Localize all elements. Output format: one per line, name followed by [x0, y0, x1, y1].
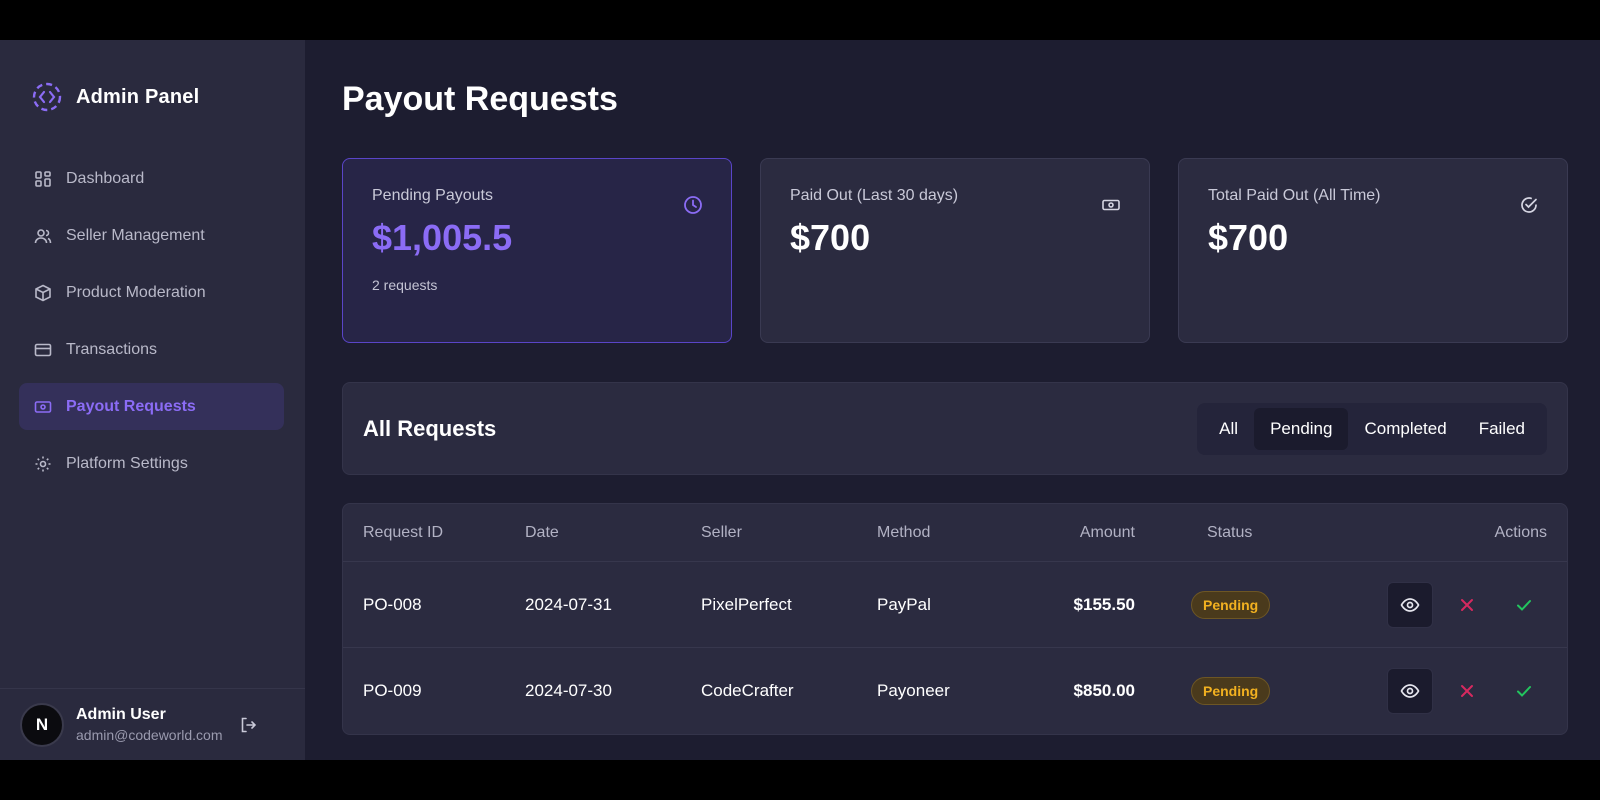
card-label: Paid Out (Last 30 days)	[790, 187, 959, 204]
row-actions	[1376, 648, 1547, 734]
reject-button[interactable]	[1444, 582, 1490, 628]
status-badge: Pending	[1191, 677, 1271, 705]
payout-method: PayPal	[877, 594, 931, 614]
table-row: PO-009 2024-07-30 CodeCrafter Payoneer $…	[343, 648, 1567, 734]
status-filter-tabs: All Pending Completed Failed	[1197, 403, 1547, 455]
credit-card-icon	[33, 340, 53, 360]
sidebar-nav: Dashboard Seller Management Product Mode…	[19, 155, 284, 497]
section-title: All Requests	[363, 416, 497, 441]
column-header-request-id: Request ID	[363, 523, 444, 541]
check-icon	[1517, 686, 1531, 697]
card-subtext: 2 requests	[372, 277, 438, 293]
user-info: Admin User admin@codeworld.com	[76, 706, 223, 743]
sidebar-item-dashboard[interactable]: Dashboard	[19, 155, 284, 202]
requests-header: All Requests All Pending Completed Faile…	[342, 382, 1568, 475]
sidebar-item-seller-management[interactable]: Seller Management	[19, 212, 284, 259]
total-paid-out-card: Total Paid Out (All Time) $700	[1178, 158, 1568, 343]
sidebar-item-label: Transactions	[66, 340, 157, 358]
view-button[interactable]	[1387, 581, 1433, 628]
filter-completed[interactable]: Completed	[1348, 408, 1462, 450]
card-label: Total Paid Out (All Time)	[1208, 187, 1381, 204]
request-id: PO-009	[363, 681, 422, 700]
status-cell: Pending	[1191, 648, 1271, 734]
filter-pending[interactable]: Pending	[1254, 408, 1349, 450]
seller-name: CodeCrafter	[701, 681, 794, 700]
user-name: Admin User	[76, 706, 166, 723]
eye-icon	[1400, 597, 1420, 612]
approve-button[interactable]	[1501, 582, 1547, 628]
sidebar-item-label: Product Moderation	[66, 283, 206, 301]
main-content: Payout Requests Pending Payouts $1,005.5…	[305, 40, 1600, 760]
close-icon	[1461, 685, 1473, 697]
card-value: $700	[790, 217, 871, 258]
filter-failed[interactable]: Failed	[1463, 408, 1541, 450]
card-label: Pending Payouts	[372, 187, 493, 204]
sidebar-item-transactions[interactable]: Transactions	[19, 326, 284, 373]
seller-name: PixelPerfect	[701, 594, 792, 614]
column-header-date: Date	[525, 523, 559, 541]
status-cell: Pending	[1191, 562, 1271, 647]
banknote-icon	[1101, 195, 1121, 215]
users-icon	[33, 226, 53, 246]
clock-icon	[683, 195, 703, 215]
payout-amount: $850.00	[1073, 681, 1135, 700]
card-value: $700	[1208, 217, 1289, 258]
sidebar-item-label: Seller Management	[66, 226, 205, 244]
sidebar-item-label: Platform Settings	[66, 454, 188, 472]
column-header-amount: Amount	[1079, 523, 1135, 541]
request-id: PO-008	[363, 594, 422, 614]
table-row: PO-008 2024-07-31 PixelPerfect PayPal $1…	[343, 562, 1567, 648]
gear-icon	[33, 454, 53, 474]
column-header-method: Method	[877, 523, 931, 541]
card-value: $1,005.5	[372, 217, 513, 258]
paid-out-30-days-card: Paid Out (Last 30 days) $700	[760, 158, 1150, 343]
sidebar-item-label: Payout Requests	[66, 397, 196, 415]
filter-all[interactable]: All	[1203, 408, 1254, 450]
brand-title: Admin Panel	[76, 85, 200, 108]
grid-icon	[33, 169, 53, 189]
page-title: Payout Requests	[342, 80, 618, 118]
status-badge: Pending	[1191, 590, 1271, 619]
payout-amount: $155.50	[1073, 594, 1135, 614]
column-header-status: Status	[1207, 523, 1253, 541]
request-date: 2024-07-30	[525, 681, 612, 700]
avatar[interactable]: N	[20, 702, 64, 747]
logout-icon[interactable]	[237, 714, 259, 736]
sidebar-item-payout-requests[interactable]: Payout Requests	[19, 383, 284, 430]
table-header: Request ID Date Seller Method Amount Sta…	[343, 504, 1567, 562]
request-date: 2024-07-31	[525, 594, 612, 614]
view-button[interactable]	[1387, 668, 1433, 714]
eye-icon	[1400, 684, 1420, 698]
sidebar-item-label: Dashboard	[66, 169, 145, 187]
check-circle-icon	[1519, 195, 1539, 215]
sidebar-item-platform-settings[interactable]: Platform Settings	[19, 440, 284, 487]
column-header-actions: Actions	[1494, 523, 1547, 541]
approve-button[interactable]	[1501, 668, 1547, 714]
payout-method: Payoneer	[877, 681, 950, 700]
pending-payouts-card: Pending Payouts $1,005.5 2 requests	[342, 158, 732, 343]
user-profile: N Admin User admin@codeworld.com	[0, 688, 305, 760]
user-email: admin@codeworld.com	[76, 727, 223, 743]
column-header-seller: Seller	[701, 523, 742, 541]
code-logo-icon	[30, 80, 64, 114]
close-icon	[1461, 598, 1473, 611]
sidebar-item-product-moderation[interactable]: Product Moderation	[19, 269, 284, 316]
payout-requests-table: Request ID Date Seller Method Amount Sta…	[342, 503, 1568, 735]
check-icon	[1517, 599, 1531, 611]
reject-button[interactable]	[1444, 668, 1490, 714]
brand[interactable]: Admin Panel	[30, 80, 199, 114]
banknote-icon	[33, 397, 53, 417]
sidebar: Admin Panel Dashboard Seller Management …	[0, 40, 305, 760]
row-actions	[1376, 562, 1547, 647]
admin-app: Admin Panel Dashboard Seller Management …	[0, 40, 1600, 760]
box-icon	[33, 283, 53, 303]
